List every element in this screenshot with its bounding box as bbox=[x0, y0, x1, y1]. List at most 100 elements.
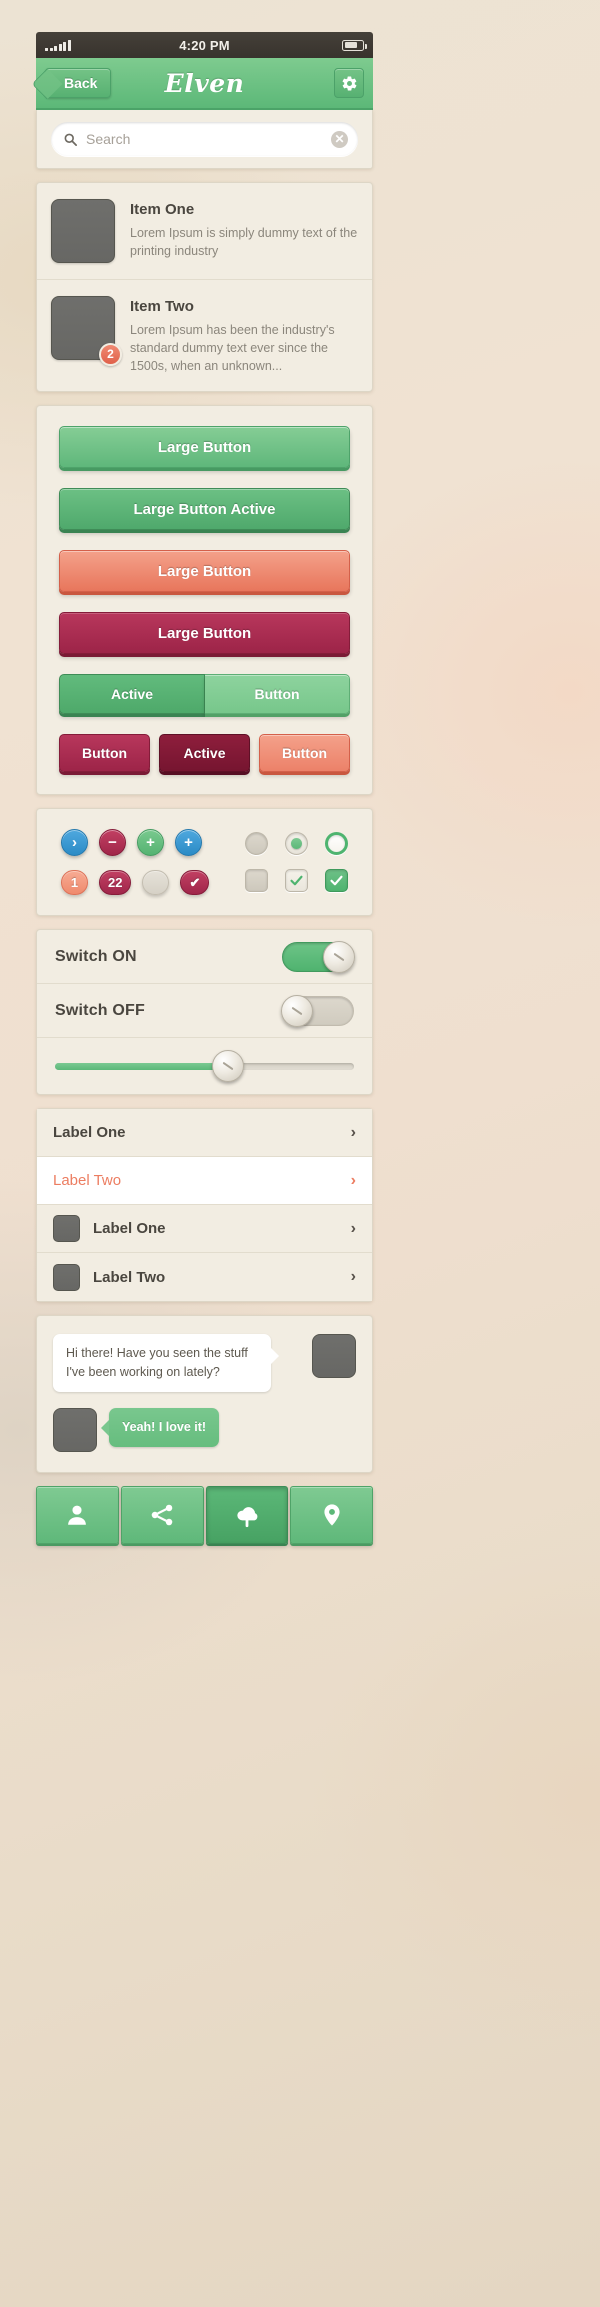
plus-icon[interactable]: + bbox=[137, 829, 164, 857]
label-text: Label Two bbox=[53, 1172, 122, 1190]
switch-label: Switch OFF bbox=[55, 1001, 145, 1019]
switch-row-on: Switch ON bbox=[37, 930, 372, 985]
buttons-card: Large Button Large Button Active Large B… bbox=[36, 405, 373, 796]
chat-message-incoming: Hi there! Have you seen the stuff I've b… bbox=[53, 1334, 356, 1392]
settings-button[interactable] bbox=[334, 68, 364, 98]
battery-icon bbox=[342, 39, 367, 51]
tab-location[interactable] bbox=[290, 1485, 373, 1544]
gear-icon bbox=[342, 75, 356, 91]
group-button-active[interactable]: Active bbox=[159, 734, 250, 773]
check-icon bbox=[330, 876, 343, 886]
chevron-right-icon: › bbox=[350, 1219, 356, 1237]
checkbox-group bbox=[245, 869, 348, 893]
group-button-one[interactable]: Button bbox=[59, 734, 150, 773]
switch-label: Switch ON bbox=[55, 947, 137, 965]
label-text: Label Two bbox=[93, 1268, 166, 1286]
chevron-right-icon: › bbox=[350, 1123, 356, 1141]
list-item-description: Lorem Ipsum is simply dummy text of the … bbox=[130, 226, 358, 259]
list-item-title: Item Two bbox=[130, 298, 194, 315]
radio-ring[interactable] bbox=[325, 832, 348, 856]
clear-icon[interactable]: ✕ bbox=[331, 130, 348, 148]
navigation-bar: Back Elven bbox=[36, 58, 373, 110]
chat-card: Hi there! Have you seen the stuff I've b… bbox=[36, 1315, 373, 1473]
label-text: Label One bbox=[53, 1124, 126, 1142]
label-row-three[interactable]: Label One › bbox=[37, 1205, 372, 1254]
location-pin-icon bbox=[324, 1504, 340, 1526]
label-row-one[interactable]: Label One › bbox=[37, 1109, 372, 1158]
button-group: Button Active Button bbox=[59, 734, 350, 773]
slider-row bbox=[37, 1038, 372, 1094]
phone-mockup: 4:20 PM Back Elven ✕ Item One bbox=[36, 32, 373, 1544]
radio-selected[interactable] bbox=[285, 832, 308, 856]
tab-bar bbox=[36, 1485, 373, 1544]
slider-fill bbox=[55, 1062, 229, 1070]
list-item-thumbnail: 2 bbox=[51, 296, 122, 366]
checkbox-unchecked[interactable] bbox=[245, 869, 268, 893]
check-icon bbox=[290, 876, 303, 886]
slider-knob[interactable] bbox=[212, 1049, 245, 1082]
label-row-two[interactable]: Label Two › bbox=[37, 1157, 372, 1206]
chat-bubble-text: Hi there! Have you seen the stuff I've b… bbox=[53, 1334, 279, 1392]
avatar bbox=[312, 1334, 356, 1379]
switch-knob bbox=[323, 940, 355, 973]
slider-track[interactable] bbox=[55, 1049, 354, 1082]
search-input[interactable] bbox=[86, 131, 331, 147]
switch-knob bbox=[281, 994, 313, 1027]
radio-group bbox=[245, 832, 348, 856]
tab-profile[interactable] bbox=[36, 1485, 119, 1544]
toggle-switch-on[interactable] bbox=[282, 940, 355, 973]
radio-unselected[interactable] bbox=[245, 832, 268, 856]
chevron-right-icon[interactable]: › bbox=[61, 829, 88, 857]
notification-badge: 2 bbox=[99, 343, 122, 366]
large-button-salmon[interactable]: Large Button bbox=[59, 550, 350, 593]
large-button-active[interactable]: Large Button Active bbox=[59, 488, 350, 531]
chat-bubble-text: Yeah! I love it! bbox=[100, 1407, 220, 1447]
labels-card: Label One › Label Two › Label One › Labe… bbox=[36, 1108, 373, 1303]
segmented-control: Active Button bbox=[59, 674, 350, 715]
switch-row-off: Switch OFF bbox=[37, 984, 372, 1039]
group-button-three[interactable]: Button bbox=[259, 734, 350, 773]
person-icon bbox=[68, 1505, 87, 1525]
circle-button-row: › − + + bbox=[61, 829, 209, 857]
search-section: ✕ bbox=[36, 110, 373, 169]
share-icon bbox=[151, 1504, 173, 1526]
label-thumbnail bbox=[53, 1215, 80, 1243]
segment-inactive[interactable]: Button bbox=[205, 674, 350, 715]
avatar bbox=[53, 1407, 97, 1452]
back-button[interactable]: Back bbox=[45, 68, 112, 98]
badge-count: 1 bbox=[61, 870, 88, 896]
chevron-right-icon: › bbox=[350, 1268, 356, 1286]
controls-card: › − + + 1 22 ✔ bbox=[36, 808, 373, 917]
switches-card: Switch ON Switch OFF bbox=[36, 929, 373, 1096]
signal-bars-icon bbox=[45, 39, 71, 51]
list-item[interactable]: Item One Lorem Ipsum is simply dummy tex… bbox=[37, 183, 372, 280]
tab-share[interactable] bbox=[120, 1485, 204, 1544]
list-card: Item One Lorem Ipsum is simply dummy tex… bbox=[36, 182, 373, 393]
large-button-default[interactable]: Large Button bbox=[59, 426, 350, 469]
cloud-upload-icon bbox=[237, 1507, 258, 1527]
label-thumbnail bbox=[53, 1263, 80, 1291]
toggle-switch-off[interactable] bbox=[281, 994, 354, 1027]
segment-active[interactable]: Active bbox=[59, 674, 205, 715]
label-text: Label One bbox=[93, 1220, 166, 1238]
search-box[interactable]: ✕ bbox=[51, 122, 358, 156]
list-item-description: Lorem Ipsum has been the industry's stan… bbox=[130, 323, 335, 374]
search-icon bbox=[64, 133, 77, 146]
tab-upload[interactable] bbox=[205, 1485, 289, 1544]
checkbox-checked-light[interactable] bbox=[285, 869, 308, 893]
plus-icon[interactable]: + bbox=[175, 829, 202, 857]
list-item[interactable]: 2 Item Two Lorem Ipsum has been the indu… bbox=[37, 280, 372, 391]
check-icon[interactable]: ✔ bbox=[180, 870, 210, 896]
list-item-thumbnail bbox=[51, 199, 115, 263]
chevron-right-icon: › bbox=[350, 1171, 356, 1189]
checkbox-checked-green[interactable] bbox=[325, 869, 348, 893]
label-row-four[interactable]: Label Two › bbox=[37, 1253, 372, 1302]
status-clock: 4:20 PM bbox=[179, 37, 230, 53]
badge-row: 1 22 ✔ bbox=[61, 870, 210, 896]
status-bar: 4:20 PM bbox=[36, 32, 373, 58]
large-button-crimson[interactable]: Large Button bbox=[59, 612, 350, 655]
minus-icon[interactable]: − bbox=[99, 829, 126, 857]
badge-count: 22 bbox=[99, 870, 132, 896]
list-item-title: Item One bbox=[130, 201, 195, 218]
chat-message-outgoing: Yeah! I love it! bbox=[53, 1407, 356, 1452]
